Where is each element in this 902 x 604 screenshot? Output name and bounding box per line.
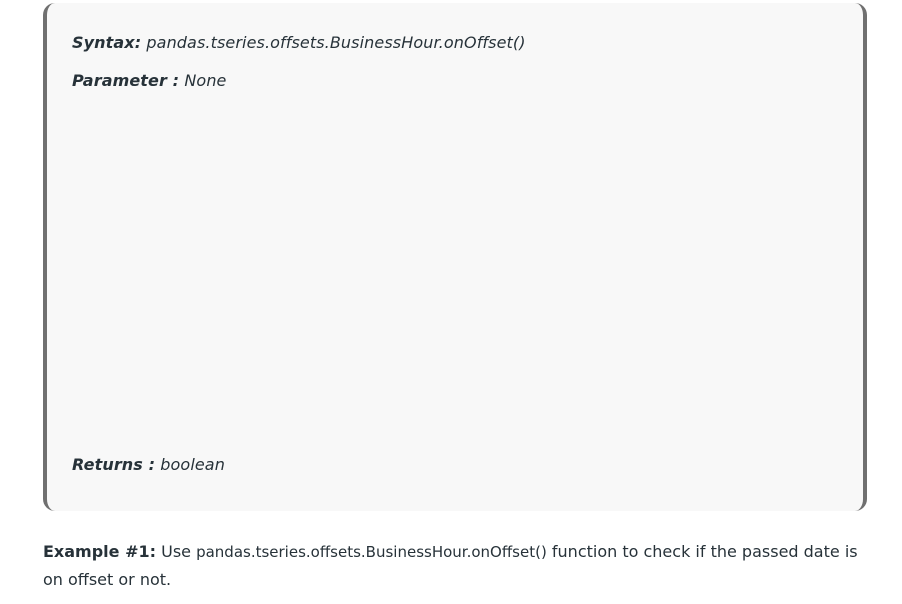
returns-value: boolean [155, 455, 225, 474]
parameter-line: Parameter : None [72, 71, 227, 90]
returns-label: Returns : [72, 455, 156, 474]
syntax-block: Syntax: pandas.tseries.offsets.BusinessH… [43, 3, 867, 511]
syntax-label: Syntax: [72, 33, 142, 52]
parameter-label: Parameter : [72, 71, 180, 90]
syntax-value: pandas.tseries.offsets.BusinessHour.onOf… [141, 33, 526, 52]
parameter-value: None [179, 71, 227, 90]
example-label: Example #1: [43, 542, 157, 561]
returns-line: Returns : boolean [72, 455, 225, 474]
example-text-before: Use [156, 542, 197, 561]
example-inline-code: pandas.tseries.offsets.BusinessHour.onOf… [196, 543, 547, 561]
example-paragraph: Example #1: Use pandas.tseries.offsets.B… [43, 538, 873, 594]
syntax-line: Syntax: pandas.tseries.offsets.BusinessH… [72, 33, 526, 52]
